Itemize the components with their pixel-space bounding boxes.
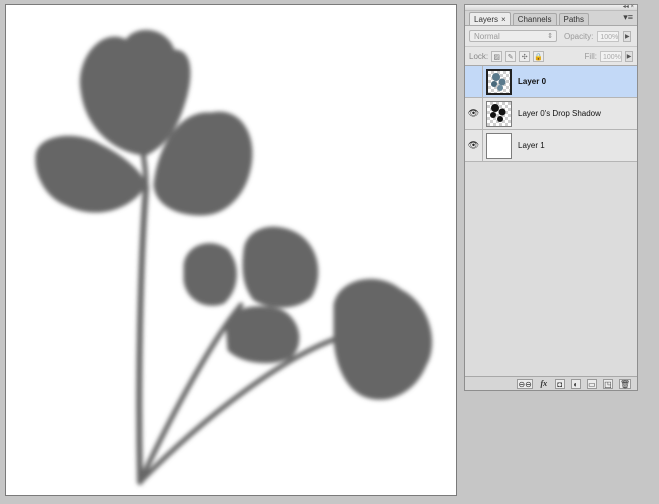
layers-panel: ◂◂ × Layers × Channels Paths ▾≡ Normal ⇕…: [464, 4, 638, 391]
blend-opacity-row: Normal ⇕ Opacity: 100% ▶: [465, 26, 637, 47]
plant-silhouette: [35, 29, 433, 485]
tab-channels-label: Channels: [517, 15, 552, 24]
layers-footer-toolbar: ⊖⊖ fx ◘ ◐ ▭ ◳ 🗑: [465, 376, 637, 390]
new-group-icon[interactable]: ▭: [586, 378, 597, 389]
layer-thumbnail[interactable]: [486, 68, 512, 95]
fx-icon[interactable]: fx: [539, 379, 549, 389]
lock-position-icon[interactable]: ✣: [519, 50, 531, 62]
link-layers-icon[interactable]: ⊖⊖: [517, 378, 533, 389]
collapse-icon[interactable]: ◂◂ ×: [623, 4, 634, 10]
blend-mode-value: Normal: [474, 32, 500, 41]
layer-thumbnail-art: [490, 103, 506, 122]
eye-icon[interactable]: 👁: [465, 98, 483, 129]
opacity-field[interactable]: 100%: [597, 30, 620, 42]
visibility-toggle[interactable]: [465, 66, 483, 97]
layer-thumbnail[interactable]: [486, 100, 512, 127]
tab-layers-label: Layers: [474, 14, 499, 24]
layer-name[interactable]: Layer 0: [518, 77, 546, 86]
layer-row-layer-1[interactable]: 👁 Layer 1: [465, 130, 637, 162]
lock-all-icon[interactable]: 🔒: [533, 50, 545, 62]
new-layer-icon[interactable]: ◳: [602, 378, 613, 389]
eye-icon[interactable]: 👁: [465, 130, 483, 161]
tab-channels[interactable]: Channels: [512, 13, 557, 25]
fill-label: Fill:: [584, 51, 597, 61]
chevron-updown-icon: ⇕: [547, 33, 553, 40]
opacity-slider-arrow-icon[interactable]: ▶: [623, 30, 632, 42]
layer-thumbnail-art: [491, 72, 506, 91]
trash-icon[interactable]: 🗑: [618, 378, 631, 389]
opacity-label: Opacity:: [564, 31, 594, 41]
layer-name[interactable]: Layer 1: [518, 141, 545, 150]
fill-field[interactable]: 100%: [600, 50, 622, 62]
tab-layers[interactable]: Layers ×: [469, 12, 511, 25]
lock-label: Lock:: [469, 51, 489, 61]
panel-tabs: Layers × Channels Paths ▾≡: [465, 11, 637, 26]
lock-fill-row: Lock: ▨ ✎ ✣ 🔒 Fill: 100% ▶: [465, 47, 637, 66]
lock-pixels-icon[interactable]: ✎: [505, 50, 517, 62]
layer-row-drop-shadow[interactable]: 👁 Layer 0's Drop Shadow: [465, 98, 637, 130]
fill-slider-arrow-icon[interactable]: ▶: [625, 50, 633, 62]
layers-list: Layer 0 👁 Layer 0's Drop Shadow 👁 Layer …: [465, 66, 637, 381]
layer-name[interactable]: Layer 0's Drop Shadow: [518, 109, 601, 118]
tab-paths[interactable]: Paths: [558, 13, 589, 25]
layer-thumbnail[interactable]: [486, 132, 512, 159]
adjustment-layer-icon[interactable]: ◐: [570, 378, 581, 389]
tab-paths-label: Paths: [563, 15, 584, 24]
close-icon[interactable]: ×: [501, 14, 506, 25]
document-canvas[interactable]: [5, 4, 457, 496]
blend-mode-select[interactable]: Normal ⇕: [469, 30, 557, 42]
layer-row-layer-0[interactable]: Layer 0: [465, 66, 637, 98]
panel-menu-icon[interactable]: ▾≡: [623, 13, 633, 22]
lock-transparency-icon[interactable]: ▨: [491, 50, 503, 62]
add-mask-icon[interactable]: ◘: [554, 378, 565, 389]
